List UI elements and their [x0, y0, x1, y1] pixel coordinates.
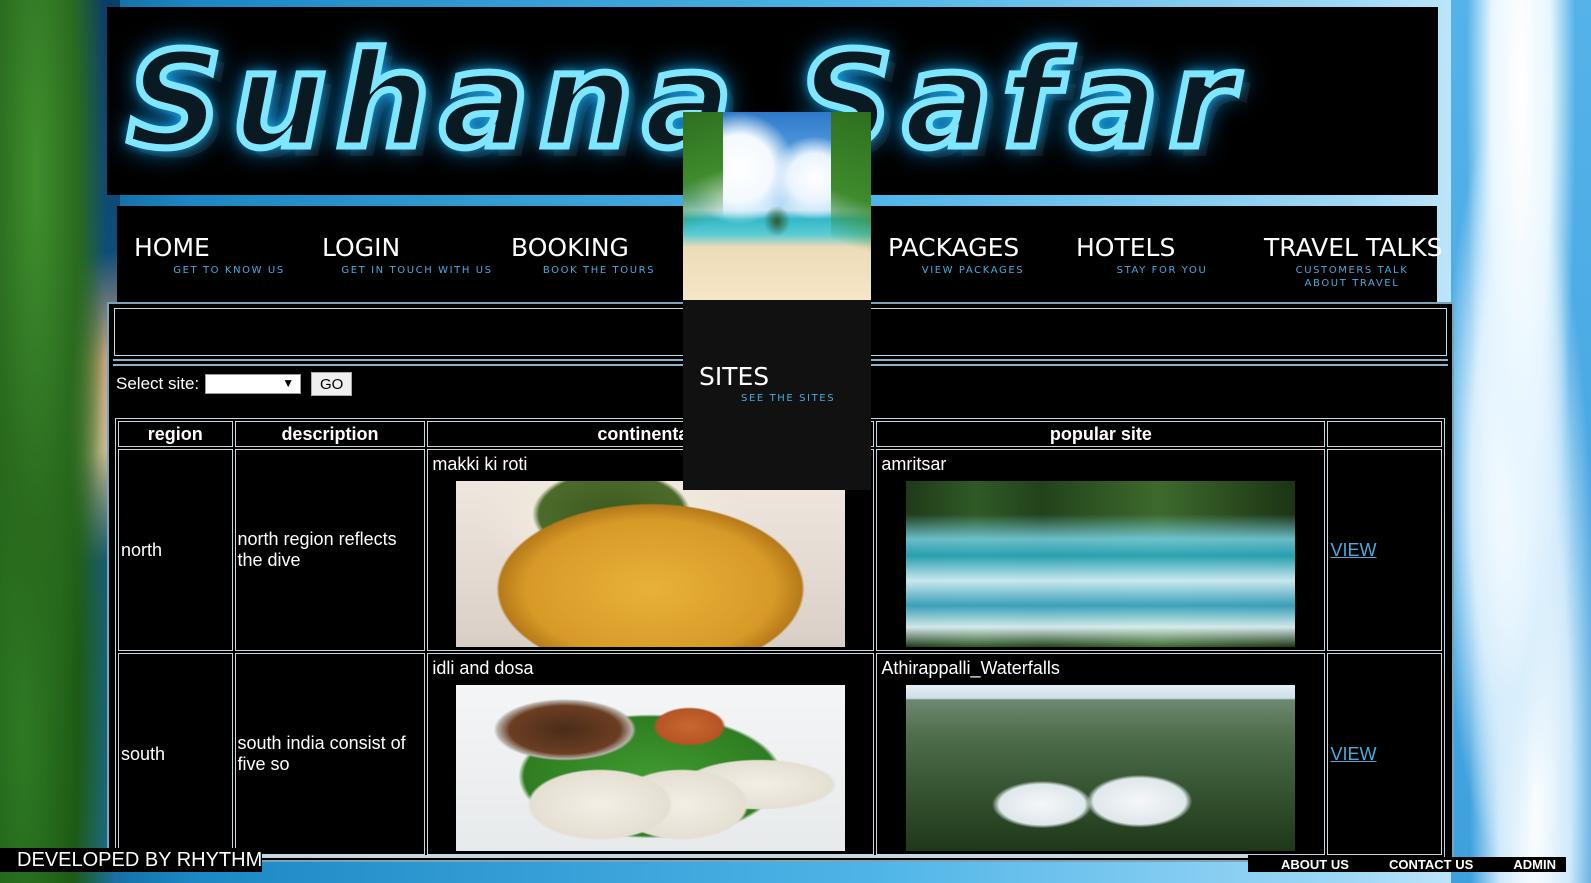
site-filter: Select site: ▼ GO — [116, 370, 353, 398]
nav-label: PACKAGES — [888, 233, 1020, 262]
food-cell: idli and dosa — [427, 653, 875, 855]
nav-item-booking[interactable]: BOOKING BOOK THE TOURS — [511, 232, 661, 292]
nav-item-login[interactable]: LOGIN GET IN TOUCH WITH US — [322, 232, 502, 292]
view-link[interactable]: VIEW — [1330, 744, 1376, 764]
nav-sub: STAY FOR YOU — [1116, 265, 1208, 276]
nav-item-home[interactable]: HOME GET TO KNOW US — [134, 232, 294, 292]
site-select[interactable]: ▼ — [205, 374, 302, 394]
nav-label: HOTELS — [1076, 233, 1176, 262]
nav-sub: SEE THE SITES — [741, 393, 836, 404]
footer-link-contact[interactable]: CONTACT US — [1389, 857, 1473, 872]
site-caption: Athirappalli_Waterfalls — [881, 658, 1060, 678]
nav-sub: CUSTOMERS TALK ABOUT TRAVEL — [1295, 265, 1409, 289]
nav-sub: VIEW PACKAGES — [921, 265, 1025, 276]
food-image — [456, 481, 846, 647]
background-palm — [0, 0, 120, 883]
description-cell: north region reflects the dive — [234, 449, 426, 651]
go-button[interactable]: GO — [311, 372, 353, 396]
food-caption: idli and dosa — [432, 658, 534, 678]
column-header-popular-site: popular site — [876, 421, 1326, 447]
nav-label: TRAVEL TALKS — [1264, 233, 1443, 262]
site-image — [906, 685, 1296, 851]
region-cell: north — [118, 449, 233, 651]
site-cell: amritsar — [876, 449, 1326, 651]
view-link[interactable]: VIEW — [1330, 540, 1376, 560]
column-header-region: region — [118, 421, 233, 447]
palm-decoration — [683, 112, 723, 300]
nav-label: LOGIN — [322, 233, 401, 262]
background-sky — [1451, 0, 1591, 883]
site-cell: Athirappalli_Waterfalls — [876, 653, 1326, 855]
column-header-description: description — [234, 421, 426, 447]
nav-item-hotels[interactable]: HOTELS STAY FOR YOU — [1076, 232, 1216, 292]
region-cell: south — [118, 653, 233, 855]
footer-credit: DEVELOPED BY RHYTHM — [0, 848, 262, 872]
food-image — [456, 685, 846, 851]
description-cell: south india consist of five so — [234, 653, 426, 855]
action-cell: VIEW — [1327, 449, 1442, 651]
nav-sub: GET TO KNOW US — [173, 265, 285, 276]
palm-decoration — [831, 112, 871, 300]
nav-sub: BOOK THE TOURS — [542, 265, 656, 276]
select-site-label: Select site: — [116, 374, 200, 393]
nav-item-sites[interactable]: SITES SEE THE SITES — [683, 112, 871, 490]
column-header-action — [1327, 421, 1442, 447]
nav-item-travel-talks[interactable]: TRAVEL TALKS CUSTOMERS TALK ABOUT TRAVEL — [1264, 232, 1443, 292]
developer-credit: DEVELOPED BY RHYTHM — [17, 849, 263, 871]
footer-divider — [262, 855, 1248, 857]
footer-link-about[interactable]: ABOUT US — [1281, 857, 1349, 872]
nav-label: HOME — [134, 233, 210, 262]
nav-sub: GET IN TOUCH WITH US — [341, 265, 493, 276]
action-cell: VIEW — [1327, 653, 1442, 855]
chevron-down-icon: ▼ — [282, 376, 295, 390]
nav-label: BOOKING — [511, 233, 629, 262]
nav-item-packages[interactable]: PACKAGES VIEW PACKAGES — [888, 232, 1038, 292]
nav-label: SITES — [699, 362, 770, 391]
footer-links: ABOUT US CONTACT US ADMIN — [1248, 857, 1566, 872]
table-row: south south india consist of five so idl… — [118, 653, 1442, 855]
site-caption: amritsar — [881, 454, 947, 474]
footer-link-admin[interactable]: ADMIN — [1513, 857, 1556, 872]
site-image — [906, 481, 1296, 647]
sites-beach-image — [683, 112, 871, 300]
